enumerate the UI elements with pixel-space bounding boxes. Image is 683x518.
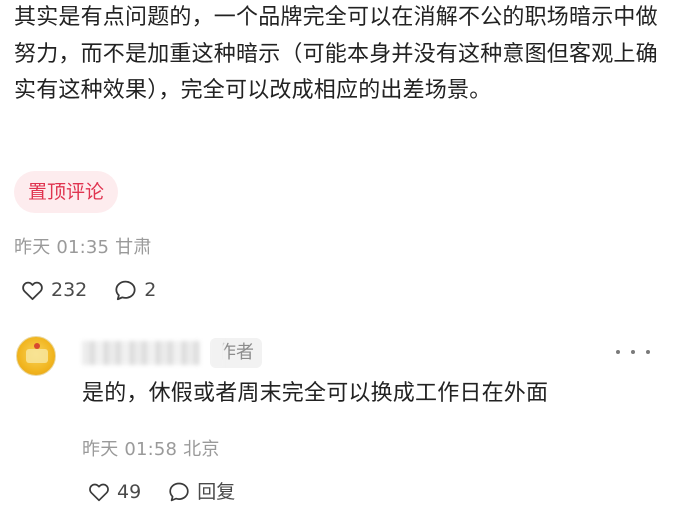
pinned-comment: 其实是有点问题的，一个品牌完全可以在消解不公的职场暗示中做努力，而不是加重这种暗…	[14, 0, 674, 110]
reply-to-reply-button[interactable]: 回复	[167, 478, 235, 506]
reply-meta: 昨天 01:58 北京	[82, 439, 220, 460]
dot	[616, 350, 620, 354]
dot	[631, 350, 635, 354]
reply-text: 是的，休假或者周末完全可以换成工作日在外面	[82, 381, 549, 406]
speech-bubble-icon	[115, 280, 136, 300]
author-name-blurred[interactable]	[82, 341, 200, 365]
heart-outline-icon	[22, 281, 43, 300]
author-badge-blur	[210, 338, 224, 368]
speech-bubble-icon	[169, 482, 189, 502]
more-dots-icon[interactable]	[616, 340, 650, 364]
like-count: 232	[51, 279, 88, 301]
reply-like-count: 49	[117, 481, 142, 503]
reply-actions: 49 回复	[87, 478, 261, 506]
dot	[646, 350, 650, 354]
reply-button[interactable]: 2	[113, 276, 156, 304]
comment-meta: 昨天 01:35 甘肃	[14, 237, 152, 258]
avatar-logo	[26, 349, 48, 363]
author-badge: 作者	[210, 338, 262, 368]
heart-outline-icon	[89, 483, 109, 502]
like-button[interactable]: 232	[20, 276, 87, 304]
reply-count: 2	[144, 279, 157, 301]
avatar[interactable]	[16, 336, 56, 376]
reply-label: 回复	[197, 481, 236, 503]
reply-like-button[interactable]: 49	[87, 478, 141, 506]
pinned-badge: 置顶评论	[14, 171, 119, 213]
avatar-logo-dot	[34, 343, 40, 349]
comment-actions: 232 2	[20, 276, 182, 304]
comment-text: 其实是有点问题的，一个品牌完全可以在消解不公的职场暗示中做努力，而不是加重这种暗…	[14, 5, 658, 103]
reply-header: 作者	[82, 338, 262, 368]
